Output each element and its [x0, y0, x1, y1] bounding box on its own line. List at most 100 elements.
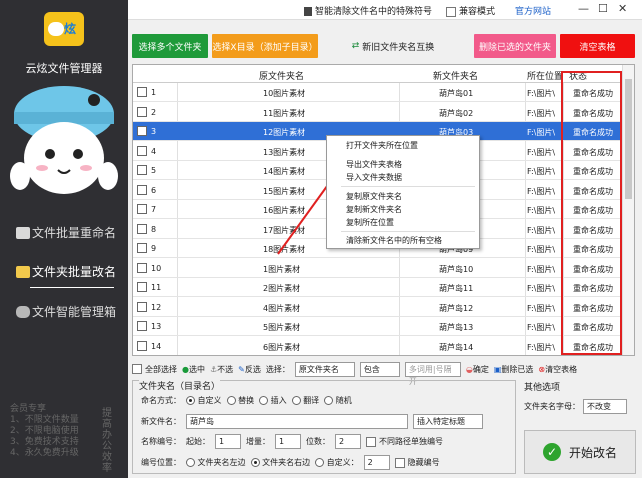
menu-copy-new[interactable]: 复制新文件夹名	[346, 204, 402, 215]
pos-custom-input[interactable]: 2	[363, 455, 390, 470]
menu-copy-location[interactable]: 复制所在位置	[346, 217, 394, 228]
row-checkbox[interactable]	[137, 87, 147, 97]
numbering-row: 名称编号： 起始： 1 增量： 1 位数： 2 不同路径单独编号	[141, 434, 443, 449]
mode-custom-radio[interactable]: 自定义	[186, 395, 222, 406]
compat-mode-checkbox[interactable]: 兼容模式	[446, 4, 495, 17]
menu-copy-orig[interactable]: 复制原文件夹名	[346, 191, 402, 202]
new-name-input[interactable]: 葫芦岛	[186, 414, 408, 429]
row-checkbox[interactable]	[137, 106, 147, 117]
step-input[interactable]: 1	[275, 434, 301, 449]
row-number: 7	[151, 205, 157, 214]
table-row[interactable]: 1 10图片素材 葫芦岛01 F:\图片\ 重命名成功	[133, 83, 623, 102]
swap-names-button[interactable]: ⇄ 新旧文件夹名互换	[350, 34, 436, 58]
row-checkbox[interactable]	[137, 165, 147, 175]
nav-active-underline	[30, 287, 114, 288]
row-checkbox[interactable]	[137, 321, 147, 331]
table-scrollbar[interactable]	[622, 65, 634, 355]
confirm-button[interactable]: ◒确定	[466, 364, 489, 375]
app-logo: 炫	[44, 12, 84, 46]
cell-orig-name: 4图片素材	[263, 303, 301, 313]
table-row[interactable]: 14 6图片素材 葫芦岛14 F:\图片\ 重命名成功	[133, 337, 623, 355]
smart-clear-link[interactable]: 智能清除文件名中的特殊符号	[304, 4, 432, 17]
diff-path-checkbox[interactable]: 不同路径单独编号	[366, 436, 443, 447]
close-icon[interactable]: ✕	[618, 2, 627, 15]
minimize-icon[interactable]: —	[578, 2, 589, 15]
start-input[interactable]: 1	[215, 434, 241, 449]
row-checkbox[interactable]	[137, 262, 147, 273]
case-select[interactable]: 不改变	[583, 399, 627, 414]
col-orig-name[interactable]: 原文件夹名	[259, 69, 304, 82]
row-number: 9	[151, 244, 157, 253]
mode-replace-radio[interactable]: 替换	[226, 395, 254, 406]
row-number: 13	[151, 322, 162, 331]
table-row[interactable]: 11 2图片素材 葫芦岛11 F:\图片\ 重命名成功	[133, 278, 623, 297]
maximize-icon[interactable]: ☐	[598, 2, 608, 15]
pos-right-radio[interactable]: 文件夹名右边	[250, 457, 310, 468]
col-new-name[interactable]: 新文件夹名	[433, 69, 478, 82]
row-checkbox[interactable]	[137, 145, 147, 156]
table-row[interactable]: 10 1图片素材 葫芦岛10 F:\图片\ 重命名成功	[133, 259, 623, 278]
start-rename-button[interactable]: ✓ 开始改名	[524, 430, 636, 474]
deselect-button[interactable]: ⚓不选	[210, 364, 233, 375]
row-number: 12	[151, 302, 162, 312]
col-location[interactable]: 所在位置	[527, 69, 563, 82]
choose-label: 选择：	[265, 364, 290, 374]
promo-line: 1、不限文件数量	[10, 415, 79, 425]
cell-orig-name: 10图片素材	[263, 89, 306, 98]
mode-random-radio[interactable]: 随机	[324, 395, 352, 406]
cell-new-name: 葫芦岛12	[439, 303, 474, 313]
row-number: 1	[151, 88, 157, 97]
nav-folder-batch-rename[interactable]: 文件夹批量改名	[16, 263, 116, 280]
select-button[interactable]: ●选中	[182, 364, 205, 375]
mode-insert-radio[interactable]: 插入	[259, 395, 287, 406]
pos-left-radio[interactable]: 文件夹名左边	[186, 457, 246, 468]
mode-translate-radio[interactable]: 翻译	[291, 395, 319, 406]
menu-import-data[interactable]: 导入文件夹数据	[346, 172, 402, 183]
cell-location: F:\图片\	[527, 89, 556, 98]
invert-button[interactable]: ✎反选	[238, 364, 261, 375]
match-select[interactable]: 包含	[359, 361, 400, 377]
select-multi-folders-button[interactable]: 选择多个文件夹	[132, 34, 208, 58]
table-row[interactable]: 2 11图片素材 葫芦岛02 F:\图片\ 重命名成功	[133, 103, 623, 122]
row-checkbox[interactable]	[137, 204, 147, 214]
nav-file-smart-box[interactable]: 文件智能管理箱	[16, 303, 116, 320]
insert-tag-select[interactable]: 插入特定标题	[413, 414, 483, 429]
select-all-checkbox[interactable]: 全部选择	[132, 364, 177, 375]
pos-custom-radio[interactable]: 自定义：	[315, 457, 359, 468]
row-checkbox[interactable]	[137, 340, 147, 351]
invert-icon: ✎	[238, 364, 245, 374]
delete-selected-folders-button[interactable]: 删除已选的文件夹	[474, 34, 556, 58]
row-checkbox[interactable]	[137, 126, 147, 136]
hide-number-checkbox[interactable]: 隐藏编号	[394, 457, 440, 468]
cell-new-name: 葫芦岛02	[439, 108, 474, 118]
cell-orig-name: 1图片素材	[263, 264, 301, 274]
naming-mode-label: 命名方式：	[141, 396, 181, 405]
clear-table-button[interactable]: 清空表格	[560, 34, 635, 58]
cell-new-name: 葫芦岛01	[439, 89, 474, 98]
row-checkbox[interactable]	[137, 184, 147, 195]
row-checkbox[interactable]	[137, 301, 147, 312]
field-select[interactable]: 原文件夹名	[294, 361, 355, 377]
check-icon: ✓	[542, 443, 561, 461]
clear-table-small-button[interactable]: ⊗清空表格	[538, 364, 577, 375]
cell-location: F:\图片\	[527, 167, 556, 176]
table-row[interactable]: 12 4图片素材 葫芦岛12 F:\图片\ 重命名成功	[133, 298, 623, 317]
delete-selected-button[interactable]: ▣删除已选	[494, 364, 534, 375]
menu-clear-spaces[interactable]: 清除新文件名中的所有空格	[346, 235, 442, 246]
table-row[interactable]: 13 5图片素材 葫芦岛13 F:\图片\ 重命名成功	[133, 317, 623, 336]
digits-input[interactable]: 2	[335, 434, 361, 449]
cell-location: F:\图片\	[527, 206, 556, 215]
official-site-link[interactable]: 官方网站	[515, 4, 551, 17]
row-checkbox[interactable]	[137, 243, 147, 253]
check-circle-icon: ●	[182, 364, 189, 374]
keyword-input[interactable]: 多词用|号隔开	[404, 361, 461, 386]
row-checkbox[interactable]	[137, 223, 147, 234]
cell-location: F:\图片\	[527, 225, 556, 235]
menu-open-location[interactable]: 打开文件夹所在位置	[346, 140, 418, 151]
nav-file-batch-rename[interactable]: 文件批量重命名	[16, 224, 116, 241]
cell-new-name: 葫芦岛14	[439, 342, 474, 352]
row-checkbox[interactable]	[137, 282, 147, 292]
cell-new-name: 葫芦岛13	[439, 323, 474, 332]
select-subdir-button[interactable]: 选择X目录（添加子目录）	[212, 34, 318, 58]
menu-export-table[interactable]: 导出文件夹表格	[346, 159, 402, 170]
